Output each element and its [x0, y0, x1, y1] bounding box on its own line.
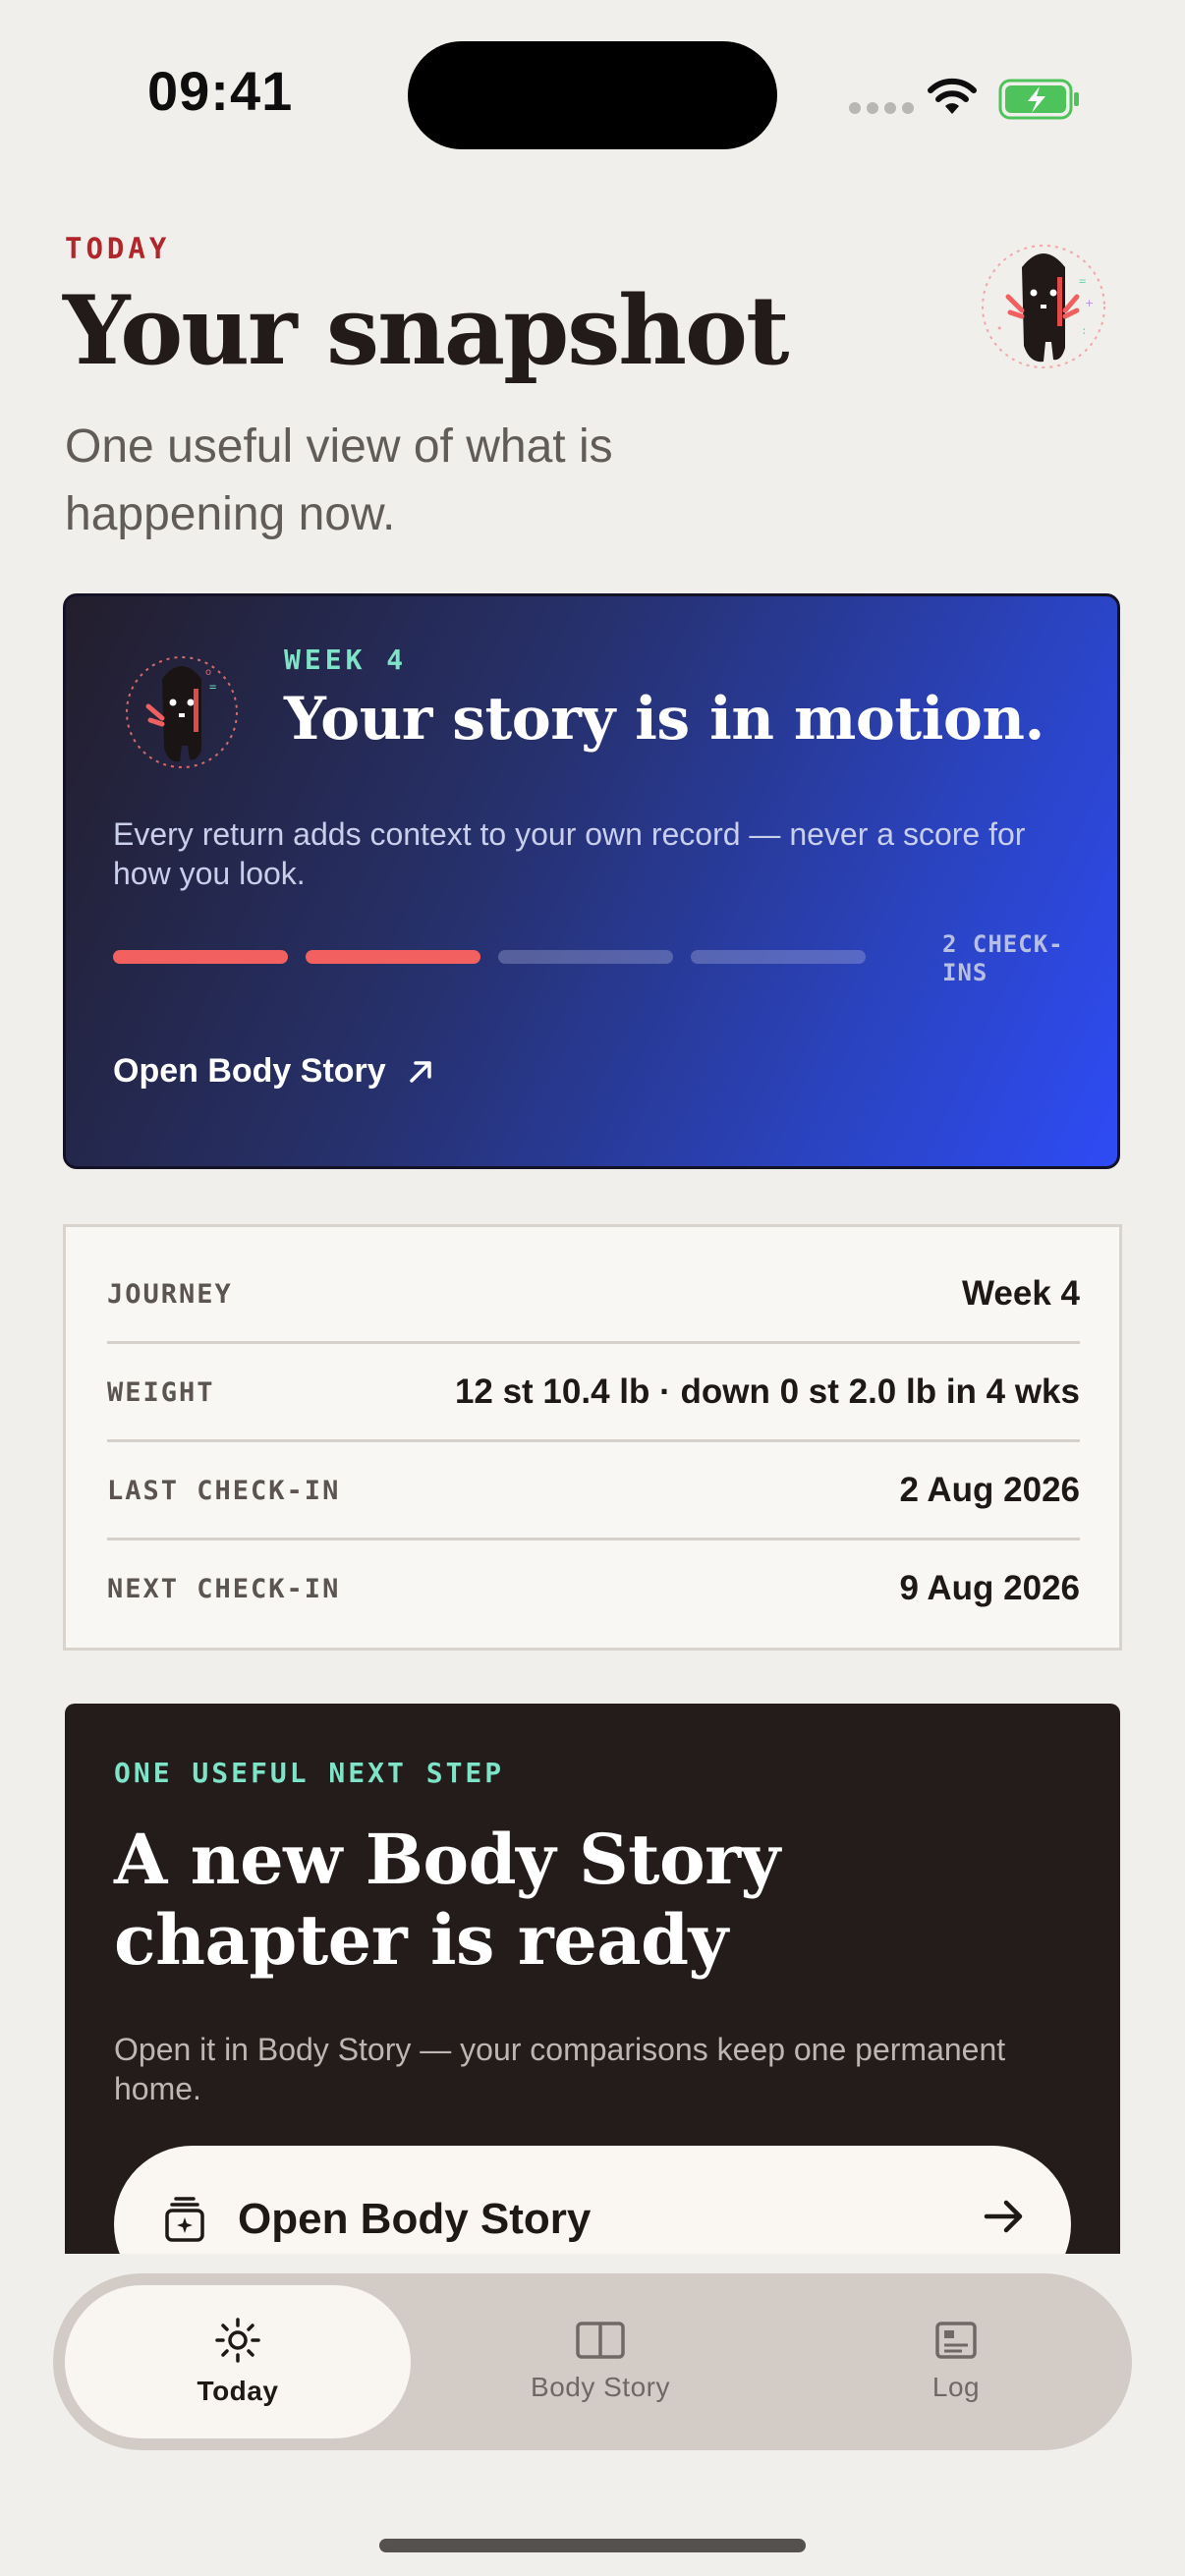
story-progress-card[interactable]: = o WEEK 4 Your story is in motion. Ever… [63, 593, 1120, 1169]
check-in-progress [113, 950, 866, 964]
mascot-icon: = o [126, 656, 238, 768]
tab-label: Body Story [531, 2372, 670, 2402]
open-body-story-button-label: Open Body Story [238, 2195, 592, 2243]
arrow-up-right-icon [409, 1060, 431, 1083]
open-body-story-button[interactable]: Open Body Story [114, 2146, 1071, 2254]
tab-label: Today [197, 2376, 279, 2406]
wifi-icon [928, 78, 977, 114]
story-stack-icon [165, 2197, 204, 2242]
summary-row-next-check-in: NEXT CHECK-IN 9 Aug 2026 [107, 1540, 1080, 1638]
battery-charging-icon [998, 79, 1079, 120]
open-body-story-label: Open Body Story [113, 1052, 386, 1090]
arrow-right-icon [984, 2200, 1023, 2233]
summary-label: JOURNEY [107, 1278, 233, 1310]
svg-text:=: = [209, 680, 216, 694]
tab-label: Log [931, 2372, 981, 2402]
summary-value: 2 Aug 2026 [899, 1471, 1080, 1509]
summary-row-weight: WEIGHT 12 st 10.4 lb · down 0 st 2.0 lb … [107, 1343, 1080, 1441]
page-subtitle: One useful view of what is happening now… [65, 420, 613, 540]
svg-text:o: o [205, 667, 211, 678]
summary-label: LAST CHECK-IN [107, 1475, 341, 1506]
log-card-icon [935, 2322, 977, 2359]
cellular-signal-icon [849, 102, 914, 114]
summary-label: NEXT CHECK-IN [107, 1573, 341, 1604]
progress-segment [691, 950, 866, 964]
home-indicator [379, 2539, 806, 2552]
summary-table: JOURNEY Week 4 WEIGHT 12 st 10.4 lb · do… [63, 1224, 1122, 1651]
check-in-count: 2 CHECK-INS [942, 930, 1064, 986]
hero-title: Your story is in motion. [284, 685, 1044, 754]
svg-text:=: = [1079, 274, 1086, 288]
summary-value: 9 Aug 2026 [899, 1569, 1080, 1607]
next-step-card: ONE USEFUL NEXT STEP A new Body Story ch… [65, 1704, 1120, 2254]
next-step-title: A new Body Story chapter is ready [114, 1819, 780, 1981]
hero-description: Every return adds context to your own re… [113, 816, 1026, 891]
tab-today[interactable]: Today [65, 2285, 411, 2438]
section-eyebrow: TODAY [65, 232, 171, 265]
page-title: Your snapshot [63, 275, 789, 386]
week-eyebrow: WEEK 4 [284, 644, 408, 676]
dynamic-island [408, 41, 777, 149]
split-panel-icon [576, 2322, 625, 2359]
sun-icon [215, 2318, 260, 2363]
svg-text:•: • [996, 322, 1003, 335]
open-body-story-link[interactable]: Open Body Story [113, 1052, 435, 1091]
summary-row-last-check-in: LAST CHECK-IN 2 Aug 2026 [107, 1441, 1080, 1540]
progress-segment [113, 950, 288, 964]
summary-value: Week 4 [962, 1274, 1080, 1313]
next-step-description: Open it in Body Story — your comparisons… [114, 2032, 1006, 2106]
progress-segment [306, 950, 480, 964]
tab-bar: Today Body Story Log [53, 2273, 1132, 2450]
svg-text::: : [1081, 324, 1088, 337]
svg-text:+: + [1085, 297, 1094, 309]
progress-segment [498, 950, 673, 964]
tab-log[interactable]: Log [786, 2285, 1126, 2438]
mascot-avatar[interactable]: = + : • [975, 238, 1112, 375]
tab-body-story[interactable]: Body Story [430, 2285, 770, 2438]
summary-value: 12 st 10.4 lb · down 0 st 2.0 lb in 4 wk… [454, 1372, 1080, 1411]
summary-row-journey: JOURNEY Week 4 [107, 1245, 1080, 1343]
status-time: 09:41 [147, 60, 294, 122]
summary-label: WEIGHT [107, 1376, 215, 1408]
next-step-eyebrow: ONE USEFUL NEXT STEP [114, 1757, 505, 1789]
